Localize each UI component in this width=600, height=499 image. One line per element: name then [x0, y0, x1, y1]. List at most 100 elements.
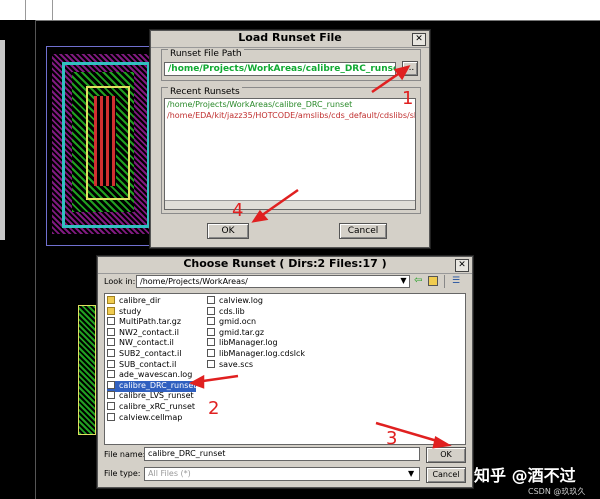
- file-icon: [207, 296, 215, 304]
- toolbar-divider: [444, 275, 445, 288]
- close-icon[interactable]: ✕: [455, 259, 469, 272]
- file-list-item-label: NW_contact.il: [119, 338, 174, 348]
- load-runset-titlebar[interactable]: Load Runset File ✕: [151, 31, 429, 48]
- file-icon: [107, 412, 115, 421]
- file-list-item[interactable]: calview.log: [207, 296, 263, 307]
- layout-cell-upper: [46, 46, 156, 246]
- file-list-item[interactable]: calibre_LVS_runset: [107, 391, 194, 402]
- list-view-icon[interactable]: ☰: [452, 276, 463, 287]
- file-list-item[interactable]: SUB_contact.il: [107, 359, 177, 371]
- folder-icon: [107, 296, 115, 304]
- file-list-item-label: NW2_contact.il: [119, 327, 179, 337]
- file-list-item[interactable]: libManager.log: [207, 338, 278, 349]
- annotation-number-4: 4: [232, 200, 244, 221]
- file-list-item-label: MultiPath.tar.gz: [119, 317, 182, 327]
- file-list-item[interactable]: gmid.tar.gz: [207, 327, 265, 339]
- dialog-title: Load Runset File: [238, 31, 342, 44]
- file-list-item-label: libManager.log: [219, 338, 278, 348]
- look-in-select[interactable]: /home/Projects/WorkAreas/: [136, 275, 410, 288]
- load-ok-button[interactable]: OK: [207, 223, 249, 239]
- folder-icon: [107, 306, 115, 315]
- file-icon: [207, 306, 215, 315]
- file-list-item-label: calview.log: [219, 296, 263, 305]
- file-icon: [207, 317, 215, 326]
- path-group: Runset File Path /home/Projects/WorkArea…: [161, 49, 421, 81]
- recent-runsets-list[interactable]: /home/Projects/WorkAreas/calibre_DRC_run…: [164, 98, 416, 210]
- file-list-item-label: study: [119, 306, 142, 316]
- horizontal-scrollbar[interactable]: [165, 200, 415, 209]
- file-list-item[interactable]: save.scs: [207, 359, 254, 371]
- file-list-item[interactable]: ade_wavescan.log: [107, 370, 192, 381]
- layout-scrollbar[interactable]: [0, 40, 5, 240]
- file-icon: [107, 327, 115, 336]
- look-in-label: Look in:: [104, 277, 136, 286]
- file-icon: [107, 317, 115, 326]
- file-list-item[interactable]: calibre_dir: [107, 296, 160, 307]
- choose-ok-button[interactable]: OK: [426, 447, 466, 463]
- layout-cell-lower: [78, 305, 96, 435]
- browse-button[interactable]: ...: [402, 61, 418, 76]
- file-list-item-label: libManager.log.cdslck: [219, 349, 306, 358]
- annotation-number-3: 3: [386, 428, 398, 449]
- load-cancel-button[interactable]: Cancel: [339, 223, 387, 239]
- file-list-item-label: gmid.tar.gz: [219, 327, 265, 337]
- file-name-input[interactable]: calibre_DRC_runset: [144, 447, 420, 461]
- dialog-title: Choose Runset ( Dirs:2 Files:17 ): [183, 257, 387, 270]
- file-list-item[interactable]: cds.lib: [207, 306, 245, 318]
- file-list-item-label: ade_wavescan.log: [119, 370, 193, 380]
- file-list-item-label: SUB_contact.il: [119, 359, 177, 369]
- file-list-item-label: calibre_xRC_runset: [119, 402, 195, 411]
- file-list-item-label: gmid.ocn: [219, 317, 257, 327]
- file-list-item-label: calview.cellmap: [119, 412, 183, 422]
- annotation-number-1: 1: [402, 88, 414, 109]
- chevron-down-icon[interactable]: ▼: [398, 276, 409, 287]
- file-type-select[interactable]: All Files (*): [144, 467, 420, 481]
- watermark-zhihu: 知乎 @酒不过: [474, 466, 576, 485]
- file-list-item[interactable]: NW_contact.il: [107, 338, 174, 349]
- choose-cancel-button[interactable]: Cancel: [426, 467, 466, 483]
- file-list-item-label: calibre_DRC_runset: [119, 380, 197, 390]
- file-icon: [107, 380, 115, 389]
- file-icon: [207, 349, 215, 357]
- file-list-item[interactable]: calibre_xRC_runset: [107, 402, 195, 413]
- file-list-item-label: calibre_dir: [119, 296, 161, 305]
- file-list-item[interactable]: SUB2_contact.il: [107, 349, 181, 360]
- file-icon: [207, 327, 215, 336]
- file-icon: [207, 359, 215, 368]
- ruler-divider: [52, 0, 53, 20]
- file-list-item[interactable]: NW2_contact.il: [107, 327, 179, 339]
- annotation-number-2: 2: [208, 398, 220, 419]
- file-icon: [107, 391, 115, 400]
- watermark-csdn: CSDN @玖玖久: [528, 487, 586, 496]
- file-icon: [107, 402, 115, 410]
- recent-group-title: Recent Runsets: [168, 87, 242, 97]
- file-list[interactable]: calibre_dir study MultiPath.tar.gz NW2_cont…: [104, 293, 466, 445]
- file-list-item[interactable]: MultiPath.tar.gz: [107, 317, 181, 328]
- recent-item[interactable]: /home/Projects/WorkAreas/calibre_DRC_run…: [167, 100, 352, 109]
- recent-group: Recent Runsets /home/Projects/WorkAreas/…: [161, 87, 421, 214]
- file-list-item[interactable]: gmid.ocn: [207, 317, 256, 328]
- file-icon: [107, 359, 115, 368]
- runset-path-input[interactable]: /home/Projects/WorkAreas/calibre_DRC_run…: [164, 62, 396, 76]
- parent-folder-icon[interactable]: [428, 276, 438, 286]
- close-icon[interactable]: ✕: [412, 33, 426, 46]
- file-list-item[interactable]: libManager.log.cdslck: [207, 349, 305, 360]
- load-runset-dialog: Load Runset File ✕ Runset File Path /hom…: [150, 30, 430, 248]
- layout-toolbar-strip: [0, 0, 600, 21]
- file-list-item-label: save.scs: [219, 359, 254, 369]
- back-arrow-icon[interactable]: ⇦: [414, 276, 425, 287]
- file-type-label: File type:: [104, 469, 141, 478]
- file-list-item-label: SUB2_contact.il: [119, 349, 182, 358]
- layout-left-panel: [0, 20, 36, 499]
- file-list-item[interactable]: calibre_DRC_runset: [107, 380, 197, 392]
- file-list-item[interactable]: study: [107, 306, 142, 318]
- file-list-item-label: calibre_LVS_runset: [119, 391, 194, 401]
- recent-item[interactable]: /home/EDA/kit/jazz35/HOTCODE/amslibs/cds…: [167, 111, 415, 120]
- ruler-divider: [25, 0, 26, 20]
- file-icon: [107, 349, 115, 357]
- path-group-title: Runset File Path: [168, 49, 244, 59]
- chevron-down-icon[interactable]: ▼: [408, 469, 414, 478]
- choose-runset-titlebar[interactable]: Choose Runset ( Dirs:2 Files:17 ) ✕: [98, 257, 472, 274]
- file-icon: [107, 338, 115, 347]
- file-list-item[interactable]: calview.cellmap: [107, 412, 183, 424]
